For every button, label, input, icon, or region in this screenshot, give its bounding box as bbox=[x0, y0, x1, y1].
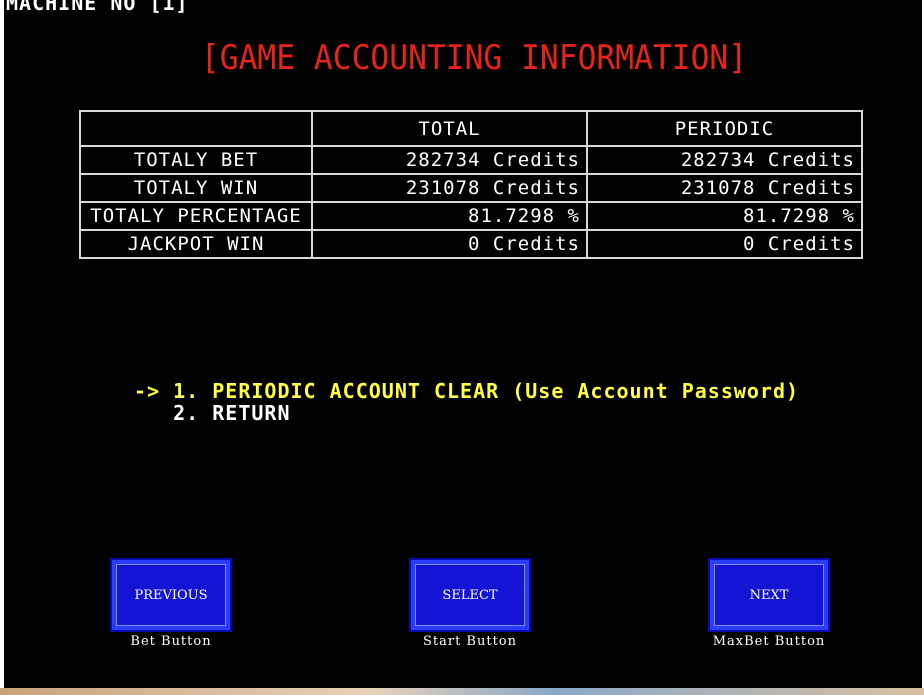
select-button[interactable]: SELECT bbox=[409, 558, 531, 632]
previous-button-caption: Bet Button bbox=[130, 634, 212, 649]
menu-item-return[interactable]: 2. RETURN bbox=[134, 402, 799, 424]
row-label: JACKPOT WIN bbox=[79, 229, 313, 259]
next-button-caption: MaxBet Button bbox=[712, 634, 826, 649]
game-screen: MACHINE NO [1] [GAME ACCOUNTING INFORMAT… bbox=[4, 0, 922, 688]
select-button-caption: Start Button bbox=[422, 634, 518, 649]
column-header-label bbox=[79, 110, 313, 147]
table-row: JACKPOT WIN 0 Credits 0 Credits bbox=[79, 229, 863, 259]
menu-item-periodic-account-clear[interactable]: -> 1. PERIODIC ACCOUNT CLEAR (Use Accoun… bbox=[134, 380, 799, 402]
desktop-taskbar-strip bbox=[0, 688, 924, 695]
machine-number: MACHINE NO [1] bbox=[6, 0, 189, 15]
operator-menu: -> 1. PERIODIC ACCOUNT CLEAR (Use Accoun… bbox=[134, 380, 799, 424]
total-value: 231078 Credits bbox=[311, 173, 588, 203]
accounting-table: TOTAL PERIODIC TOTALY BET 282734 Credits… bbox=[79, 110, 863, 259]
table-header-row: TOTAL PERIODIC bbox=[79, 110, 863, 147]
total-value: 282734 Credits bbox=[311, 145, 588, 175]
page-title: [GAME ACCOUNTING INFORMATION] bbox=[200, 38, 748, 78]
periodic-value: 282734 Credits bbox=[586, 145, 863, 175]
select-button-group: SELECT Start Button bbox=[409, 558, 531, 649]
column-header-total: TOTAL bbox=[311, 110, 588, 147]
row-label: TOTALY PERCENTAGE bbox=[79, 201, 313, 231]
total-value: 0 Credits bbox=[311, 229, 588, 259]
previous-button-group: PREVIOUS Bet Button bbox=[110, 558, 232, 649]
periodic-value: 0 Credits bbox=[586, 229, 863, 259]
next-button-group: NEXT MaxBet Button bbox=[708, 558, 830, 649]
total-value: 81.7298 % bbox=[311, 201, 588, 231]
periodic-value: 81.7298 % bbox=[586, 201, 863, 231]
table-row: TOTALY WIN 231078 Credits 231078 Credits bbox=[79, 173, 863, 203]
table-row: TOTALY PERCENTAGE 81.7298 % 81.7298 % bbox=[79, 201, 863, 231]
previous-button[interactable]: PREVIOUS bbox=[110, 558, 232, 632]
row-label: TOTALY BET bbox=[79, 145, 313, 175]
table-row: TOTALY BET 282734 Credits 282734 Credits bbox=[79, 145, 863, 175]
periodic-value: 231078 Credits bbox=[586, 173, 863, 203]
next-button[interactable]: NEXT bbox=[708, 558, 830, 632]
row-label: TOTALY WIN bbox=[79, 173, 313, 203]
column-header-periodic: PERIODIC bbox=[586, 110, 863, 147]
